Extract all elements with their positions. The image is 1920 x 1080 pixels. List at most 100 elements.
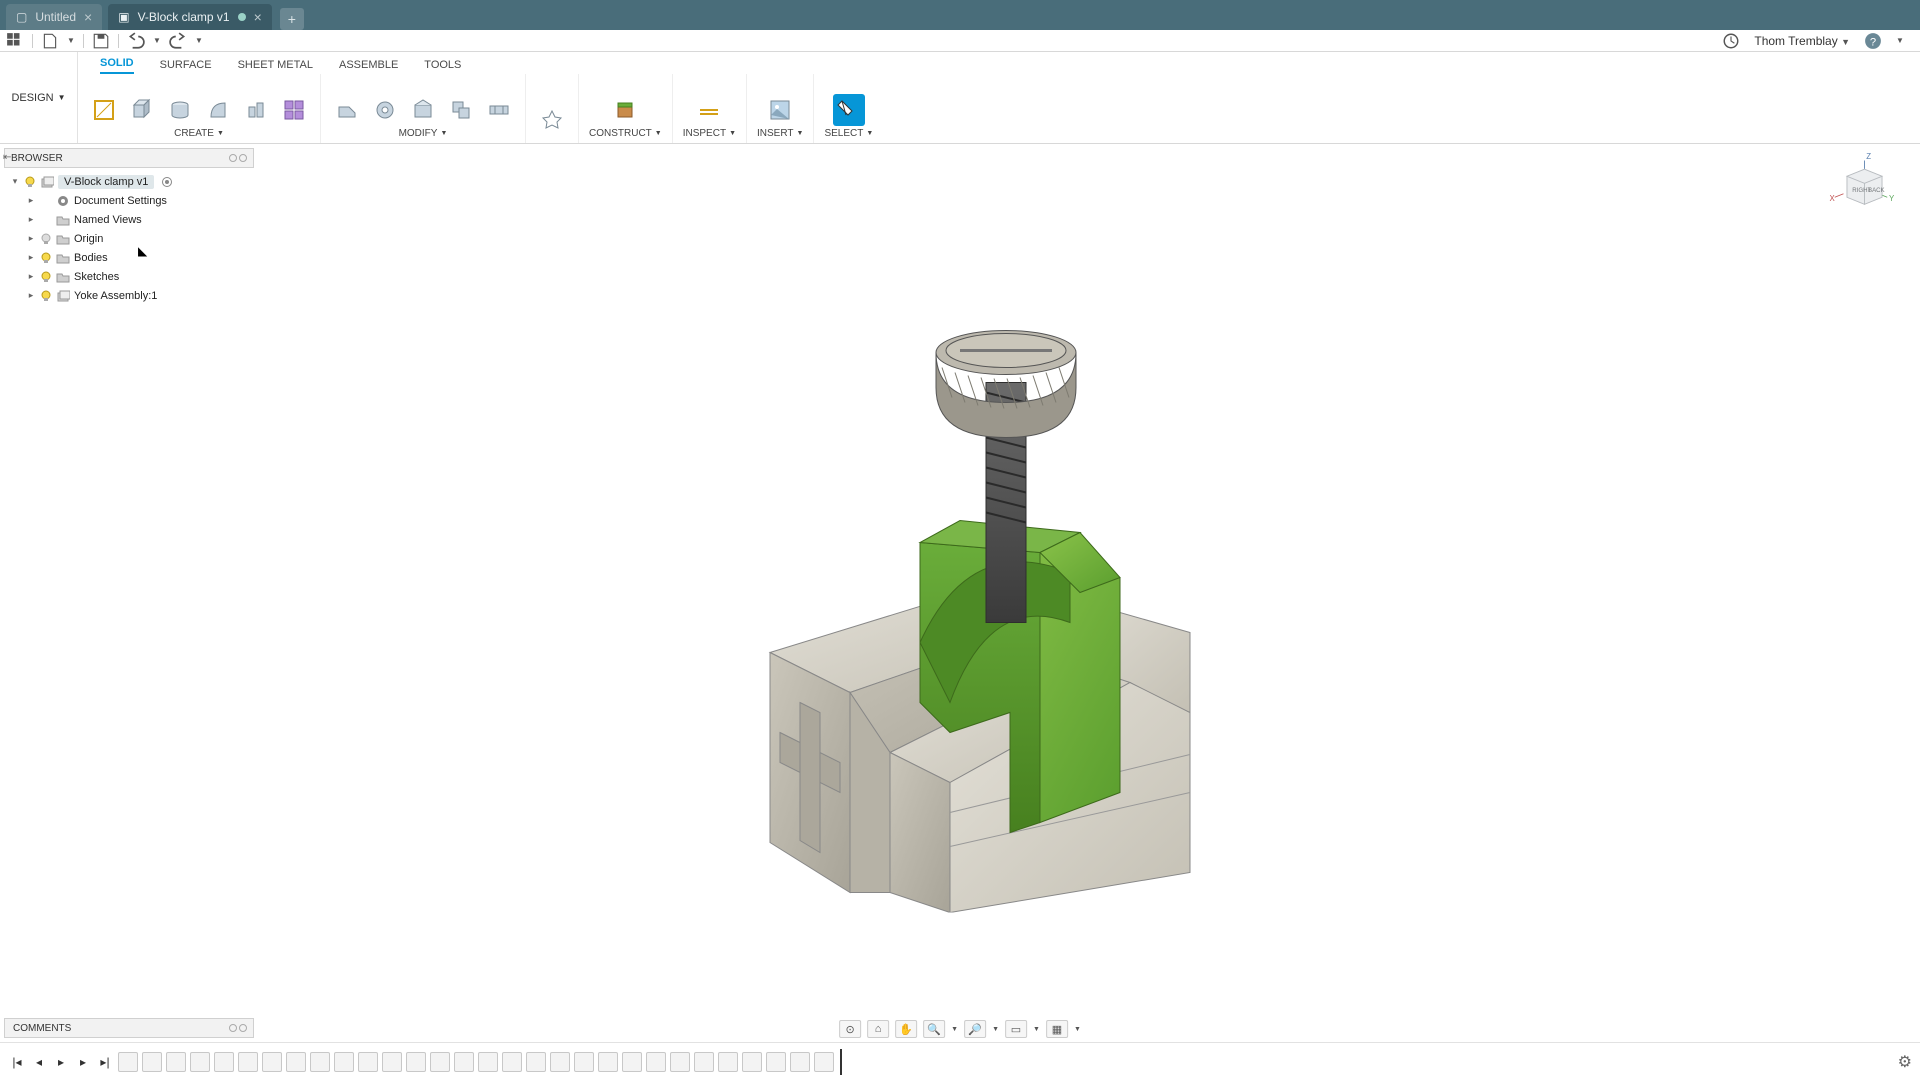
timeline-feature[interactable]: [286, 1052, 306, 1072]
undo-caret-icon[interactable]: ▼: [153, 32, 161, 50]
ribbon-tab-sheetmetal[interactable]: SHEET METAL: [238, 59, 313, 74]
active-component-icon[interactable]: [162, 177, 172, 187]
timeline-feature[interactable]: [598, 1052, 618, 1072]
timeline-feature[interactable]: [790, 1052, 810, 1072]
expand-icon[interactable]: ▾: [10, 176, 20, 187]
ribbon-group-label[interactable]: INSPECT▼: [683, 128, 736, 139]
timeline-feature[interactable]: [382, 1052, 402, 1072]
timeline-start-button[interactable]: |◂: [8, 1053, 26, 1071]
nav-tool[interactable]: ⌂: [867, 1020, 889, 1038]
tree-root[interactable]: ▾V-Block clamp v1: [4, 172, 254, 191]
timeline-feature[interactable]: [262, 1052, 282, 1072]
expand-icon[interactable]: ▸: [26, 195, 36, 206]
ribbon-tool[interactable]: [278, 94, 310, 126]
expand-icon[interactable]: ▸: [26, 233, 36, 244]
nav-tool[interactable]: 🔎: [964, 1020, 986, 1038]
timeline-feature[interactable]: [310, 1052, 330, 1072]
ribbon-tab-solid[interactable]: SOLID: [100, 57, 134, 74]
timeline-feature[interactable]: [574, 1052, 594, 1072]
nav-tool[interactable]: 🔍: [923, 1020, 945, 1038]
tree-node[interactable]: ▸Bodies: [4, 248, 254, 267]
ribbon-tab-tools[interactable]: TOOLS: [424, 59, 461, 74]
timeline-feature[interactable]: [694, 1052, 714, 1072]
ribbon-tool[interactable]: [331, 94, 363, 126]
ribbon-tool[interactable]: [407, 94, 439, 126]
timeline-feature[interactable]: [118, 1052, 138, 1072]
timeline-feature[interactable]: [358, 1052, 378, 1072]
redo-button[interactable]: [169, 32, 187, 50]
timeline-feature[interactable]: [526, 1052, 546, 1072]
timeline-settings-button[interactable]: ⚙: [1898, 1052, 1912, 1072]
ribbon-tab-surface[interactable]: SURFACE: [160, 59, 212, 74]
redo-caret-icon[interactable]: ▼: [195, 32, 203, 50]
expand-icon[interactable]: ▸: [26, 214, 36, 225]
timeline-feature[interactable]: [454, 1052, 474, 1072]
nav-tool[interactable]: ▦: [1046, 1020, 1068, 1038]
timeline-marker[interactable]: [840, 1049, 842, 1075]
timeline-feature[interactable]: [166, 1052, 186, 1072]
view-cube[interactable]: Z X Y RIGHT BACK: [1826, 150, 1896, 220]
ribbon-tool[interactable]: [445, 94, 477, 126]
user-menu[interactable]: Thom Tremblay ▼: [1754, 34, 1850, 48]
expand-icon[interactable]: ▸: [26, 252, 36, 263]
data-panel-button[interactable]: [6, 32, 24, 50]
ribbon-tool[interactable]: [126, 94, 158, 126]
timeline-play-button[interactable]: ▸: [52, 1053, 70, 1071]
timeline-feature[interactable]: [646, 1052, 666, 1072]
timeline-feature[interactable]: [334, 1052, 354, 1072]
panel-collapse-icon[interactable]: [229, 1024, 247, 1032]
workspace-switcher[interactable]: DESIGN ▼: [0, 52, 78, 143]
timeline-feature[interactable]: [214, 1052, 234, 1072]
ribbon-tool[interactable]: [764, 94, 796, 126]
document-tab-active[interactable]: ▣ V-Block clamp v1 ×: [108, 4, 272, 30]
ribbon-tab-assemble[interactable]: ASSEMBLE: [339, 59, 398, 74]
ribbon-tool[interactable]: [88, 94, 120, 126]
ribbon-tool[interactable]: [693, 94, 725, 126]
timeline-feature[interactable]: [550, 1052, 570, 1072]
comments-panel[interactable]: COMMENTS: [4, 1018, 254, 1038]
tree-node[interactable]: ▸Yoke Assembly:1: [4, 286, 254, 305]
expand-icon[interactable]: ▸: [26, 290, 36, 301]
ribbon-tool[interactable]: [369, 94, 401, 126]
document-tab-untitled[interactable]: ▢ Untitled ×: [6, 4, 102, 30]
timeline-feature[interactable]: [718, 1052, 738, 1072]
browser-header[interactable]: ⇤ BROWSER: [4, 148, 254, 168]
expand-icon[interactable]: ▸: [26, 271, 36, 282]
ribbon-group-label[interactable]: CREATE▼: [174, 128, 224, 139]
tree-node[interactable]: ▸Sketches: [4, 267, 254, 286]
ribbon-group-label[interactable]: SELECT▼: [824, 128, 873, 139]
timeline-end-button[interactable]: ▸|: [96, 1053, 114, 1071]
file-menu-button[interactable]: [41, 32, 59, 50]
timeline-feature[interactable]: [622, 1052, 642, 1072]
pin-icon[interactable]: ⇤: [3, 152, 11, 163]
help-button[interactable]: ?: [1864, 32, 1882, 50]
ribbon-tool[interactable]: [833, 94, 865, 126]
timeline-feature[interactable]: [478, 1052, 498, 1072]
ribbon-tool[interactable]: [240, 94, 272, 126]
nav-tool[interactable]: ⊙: [839, 1020, 861, 1038]
job-status-icon[interactable]: [1722, 32, 1740, 50]
timeline-feature[interactable]: [190, 1052, 210, 1072]
timeline-feature[interactable]: [238, 1052, 258, 1072]
tree-node[interactable]: ▸Document Settings: [4, 191, 254, 210]
close-icon[interactable]: ×: [254, 9, 262, 25]
timeline-feature[interactable]: [142, 1052, 162, 1072]
panel-collapse-icon[interactable]: [229, 154, 247, 162]
timeline-feature[interactable]: [430, 1052, 450, 1072]
timeline-feature[interactable]: [502, 1052, 522, 1072]
close-icon[interactable]: ×: [84, 9, 92, 25]
nav-tool[interactable]: ✋: [895, 1020, 917, 1038]
ribbon-group-label[interactable]: CONSTRUCT▼: [589, 128, 662, 139]
viewcube-face-back[interactable]: BACK: [1868, 187, 1885, 194]
help-caret-icon[interactable]: ▼: [1896, 32, 1904, 50]
viewport-3d[interactable]: [0, 144, 1920, 1042]
ribbon-tool[interactable]: [202, 94, 234, 126]
save-button[interactable]: [92, 32, 110, 50]
ribbon-tool[interactable]: [164, 94, 196, 126]
timeline-feature[interactable]: [742, 1052, 762, 1072]
timeline-feature[interactable]: [766, 1052, 786, 1072]
new-tab-button[interactable]: +: [280, 8, 304, 30]
ribbon-tool[interactable]: [483, 94, 515, 126]
tree-node[interactable]: ▸Named Views: [4, 210, 254, 229]
timeline-feature[interactable]: [406, 1052, 426, 1072]
